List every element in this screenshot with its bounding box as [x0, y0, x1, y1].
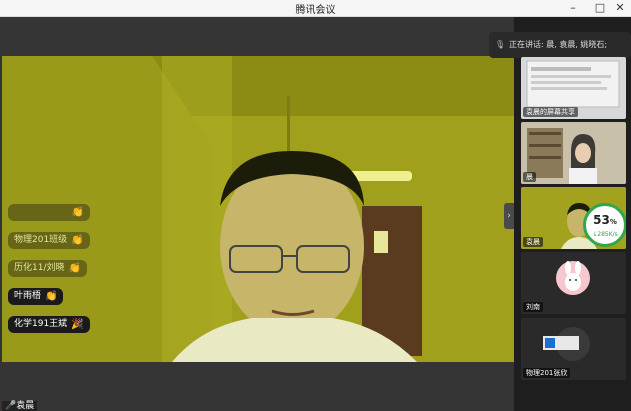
- participant-tile[interactable]: 刘南: [521, 252, 626, 314]
- participant-name: 袁晨的屏幕共享: [523, 107, 578, 117]
- reaction-list: 👏 物理201班级 👏 历化11/刘晓 👏 叶雨梧 👏 化学191王斌 🎉: [8, 197, 90, 339]
- speaking-label: 正在讲话: 晨, 袁晨, 姚晓石;: [509, 40, 608, 49]
- participant-name: 刘南: [523, 302, 543, 312]
- reaction-item: 历化11/刘晓 👏: [8, 259, 87, 277]
- clap-icon: 👏: [71, 206, 84, 218]
- reaction-name: 化学191王斌: [14, 318, 68, 329]
- mic-icon: 🎤: [5, 401, 17, 411]
- participant-name: 晨: [523, 172, 536, 182]
- reaction-name: 历化11/刘晓: [14, 262, 65, 273]
- participant-tile[interactable]: 晨: [521, 122, 626, 184]
- mic-icon: 🎙: [495, 40, 506, 49]
- reaction-item: 化学191王斌 🎉: [8, 315, 90, 333]
- main-speaker-name: 🎤袁晨: [2, 401, 38, 411]
- network-quality-badge: 53% ↓285K/s: [583, 203, 626, 247]
- participant-tile[interactable]: 物理201张欣: [521, 318, 626, 380]
- network-percent-unit: %: [609, 218, 617, 226]
- clap-icon: 🎉: [71, 318, 84, 330]
- participant-tile[interactable]: 袁晨的屏幕共享: [521, 57, 626, 119]
- clap-icon: 👏: [71, 234, 84, 246]
- reaction-item: 物理201班级 👏: [8, 231, 90, 249]
- camera-preview: [521, 122, 626, 184]
- participant-name: 袁晨: [523, 237, 543, 247]
- title-bar: 腾讯会议 – □ ✕: [0, 0, 631, 17]
- reaction-item: 叶雨梧 👏: [8, 287, 64, 305]
- collapse-sidebar-button[interactable]: ›: [504, 203, 514, 229]
- participant-tile[interactable]: 53% ↓285K/s 袁晨: [521, 187, 626, 249]
- reaction-name: 物理201班级: [14, 234, 68, 245]
- reaction-name: 叶雨梧: [14, 290, 42, 301]
- speaking-indicator: 🎙 正在讲话: 晨, 袁晨, 姚晓石;: [489, 32, 631, 58]
- clap-icon: 👏: [45, 290, 58, 302]
- network-speed: ↓285K/s: [592, 231, 618, 238]
- close-button[interactable]: ✕: [609, 0, 631, 16]
- clap-icon: 👏: [68, 262, 81, 274]
- window-title: 腾讯会议: [295, 5, 336, 16]
- speaker-name-label: 袁晨: [16, 401, 35, 411]
- reaction-item: 👏: [8, 203, 90, 221]
- maximize-button[interactable]: □: [589, 0, 611, 16]
- participant-name: 物理201张欣: [523, 368, 571, 378]
- minimize-button[interactable]: –: [562, 0, 584, 16]
- network-percent: 53: [593, 213, 610, 227]
